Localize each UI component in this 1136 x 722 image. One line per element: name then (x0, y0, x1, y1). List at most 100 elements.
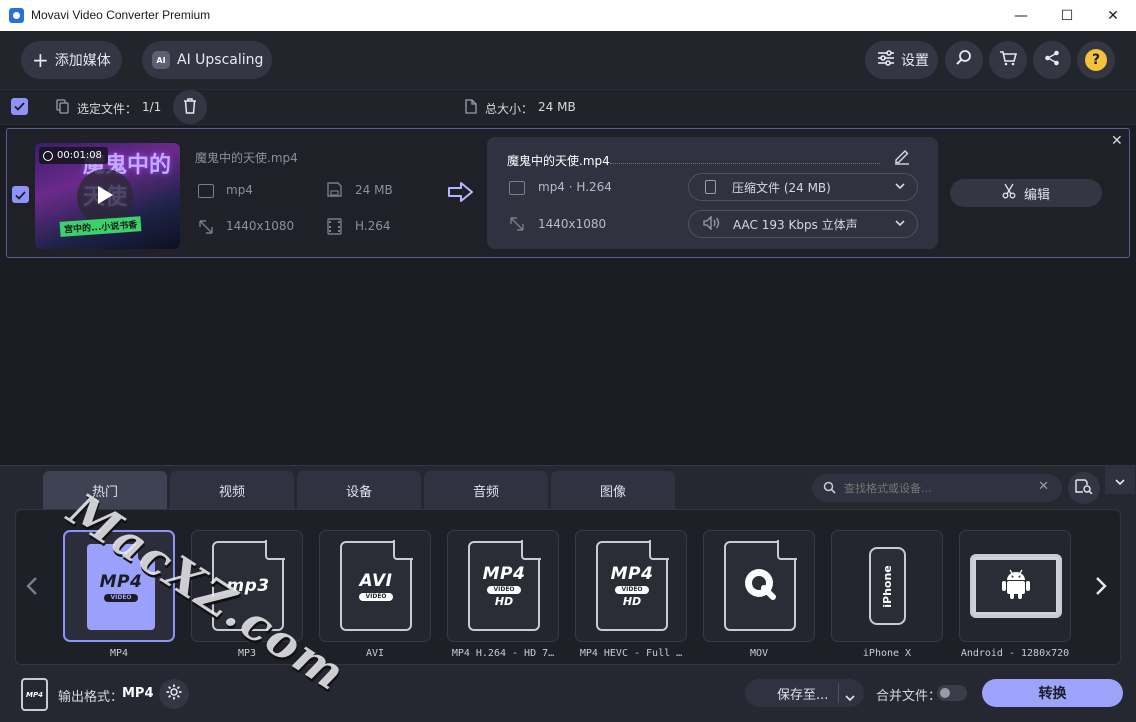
checkmark-icon (14, 100, 25, 114)
format-card-mp3[interactable]: mp3 (191, 530, 303, 642)
select-all-checkbox[interactable] (11, 98, 28, 115)
add-media-button[interactable]: + 添加媒体 (21, 41, 122, 79)
delete-button[interactable] (173, 90, 207, 124)
format-search[interactable]: ✕ (812, 474, 1062, 502)
mp4-hd-format-icon: MP4 VIDEO HD (468, 540, 541, 631)
source-file-name: 魔鬼中的天使.mp4 (195, 151, 298, 165)
clock-icon (43, 150, 53, 161)
help-button[interactable]: ? (1077, 41, 1115, 79)
compress-icon (705, 180, 716, 194)
plus-icon: + (32, 48, 49, 72)
codec-film-icon (327, 218, 342, 239)
edit-button[interactable]: 编辑 (950, 179, 1102, 207)
settings-button[interactable]: 设置 (865, 41, 938, 79)
collapse-panel-button[interactable] (1105, 466, 1135, 494)
close-window-button[interactable]: ✕ (1090, 0, 1136, 31)
scissors-icon (1002, 183, 1016, 203)
resize-arrow-icon (509, 216, 525, 236)
format-label-mp4-hd: MP4 H.264 - HD 7… (451, 648, 555, 659)
scroll-right-icon[interactable] (1094, 576, 1108, 600)
search-icon (955, 49, 973, 71)
format-card-iphone-x[interactable]: iPhone (831, 530, 943, 642)
play-icon (96, 185, 114, 209)
android-icon (1001, 568, 1031, 604)
files-icon (56, 99, 70, 118)
format-search-input[interactable] (844, 481, 1024, 495)
compress-label: 压缩文件 (24 MB) (732, 180, 831, 195)
share-button[interactable] (1033, 41, 1071, 79)
format-card-mp4-hevc[interactable]: MP4 VIDEO HD (575, 530, 687, 642)
file-checkbox[interactable] (12, 186, 29, 203)
format-label-avi: AVI (365, 648, 385, 659)
avi-icon-text: AVI (359, 571, 393, 591)
selected-files-count: 1/1 (142, 100, 162, 114)
remove-file-button[interactable]: ✕ (1111, 133, 1123, 149)
convert-button[interactable]: 转换 (982, 679, 1123, 707)
maximize-button[interactable]: ☐ (1044, 0, 1090, 31)
minimize-button[interactable]: — (998, 0, 1044, 31)
audio-label: AAC 193 Kbps 立体声 (733, 217, 858, 232)
ai-icon: AI (152, 51, 170, 69)
merge-files-toggle[interactable] (937, 685, 967, 701)
mp4-hevc-icon-pill: VIDEO (615, 586, 649, 594)
video-file-icon (198, 184, 214, 198)
android-tablet-icon (970, 554, 1062, 618)
compress-dropdown[interactable]: 压缩文件 (24 MB) (688, 173, 918, 201)
search-button[interactable] (945, 41, 983, 79)
mp4-hd-icon-pill: VIDEO (487, 586, 521, 594)
mp3-format-icon: mp3 (212, 540, 285, 631)
total-size-label: 总大小： (485, 102, 534, 116)
cart-icon (999, 50, 1018, 70)
avi-icon-pill: VIDEO (359, 593, 393, 601)
format-label-mov: MOV (749, 648, 769, 659)
chevron-down-icon (895, 180, 905, 194)
output-format-icon: MP4 (21, 678, 48, 711)
mp4-icon-text: MP4 (99, 572, 143, 592)
scroll-left-icon[interactable] (25, 576, 39, 600)
cart-button[interactable] (989, 41, 1027, 79)
share-icon (1044, 50, 1060, 70)
clear-search-icon[interactable]: ✕ (1038, 479, 1049, 494)
ai-upscaling-button[interactable]: AI AI Upscaling (142, 41, 272, 79)
output-settings-button[interactable] (159, 679, 189, 709)
format-card-mp4-hd[interactable]: MP4 VIDEO HD (447, 530, 559, 642)
duration-text: 00:01:08 (57, 150, 102, 161)
iphone-icon-text: iPhone (881, 564, 895, 608)
output-settings-panel: 魔鬼中的天使.mp4 mp4 · H.264 1440x1080 压缩文件 (2… (487, 137, 938, 249)
selection-bar: 选定文件： 1/1 总大小： 24 MB (0, 89, 1136, 125)
selected-files-label: 选定文件： (77, 102, 138, 116)
chevron-down-icon (895, 217, 905, 231)
tab-popular[interactable]: 热门 (43, 471, 167, 509)
format-label-iphone-x: iPhone X (862, 648, 912, 659)
mp4-hevc-format-icon: MP4 VIDEO HD (596, 540, 669, 631)
output-resolution: 1440x1080 (538, 217, 607, 231)
tab-video[interactable]: 视频 (170, 471, 294, 509)
source-size: 24 MB (355, 183, 393, 197)
audio-dropdown[interactable]: AAC 193 Kbps 立体声 (688, 210, 918, 238)
speaker-icon (703, 214, 721, 233)
avi-format-icon: AVI VIDEO (340, 540, 413, 631)
format-card-mp4[interactable]: MP4 VIDEO (63, 530, 175, 642)
main-toolbar: + 添加媒体 AI AI Upscaling 设置 ? (0, 31, 1136, 89)
window-title: Movavi Video Converter Premium (31, 8, 211, 22)
tab-images[interactable]: 图像 (551, 471, 675, 509)
tab-audio[interactable]: 音频 (424, 471, 548, 509)
save-to-dropdown[interactable]: 保存至... (745, 679, 864, 707)
pencil-icon[interactable] (893, 147, 911, 169)
mp4-hevc-icon-hd: HD (622, 595, 642, 608)
format-card-mov[interactable] (703, 530, 815, 642)
format-card-avi[interactable]: AVI VIDEO (319, 530, 431, 642)
tab-devices[interactable]: 设备 (297, 471, 421, 509)
format-card-android[interactable] (959, 530, 1071, 642)
video-thumbnail[interactable]: 魔鬼中的天使 00:01:08 宫中的...小说书香 (35, 143, 180, 249)
quicktime-icon (740, 564, 780, 608)
trash-icon (183, 97, 197, 117)
duration-badge: 00:01:08 (39, 147, 108, 164)
merge-files-label: 合并文件： (876, 689, 942, 704)
name-dotted-line (610, 163, 880, 164)
output-file-name[interactable]: 魔鬼中的天使.mp4 (507, 152, 610, 169)
video-format-icon (509, 181, 525, 195)
format-detect-button[interactable] (1068, 472, 1100, 504)
mp4-format-icon: MP4 VIDEO (85, 541, 158, 632)
app-logo-icon (9, 8, 24, 23)
